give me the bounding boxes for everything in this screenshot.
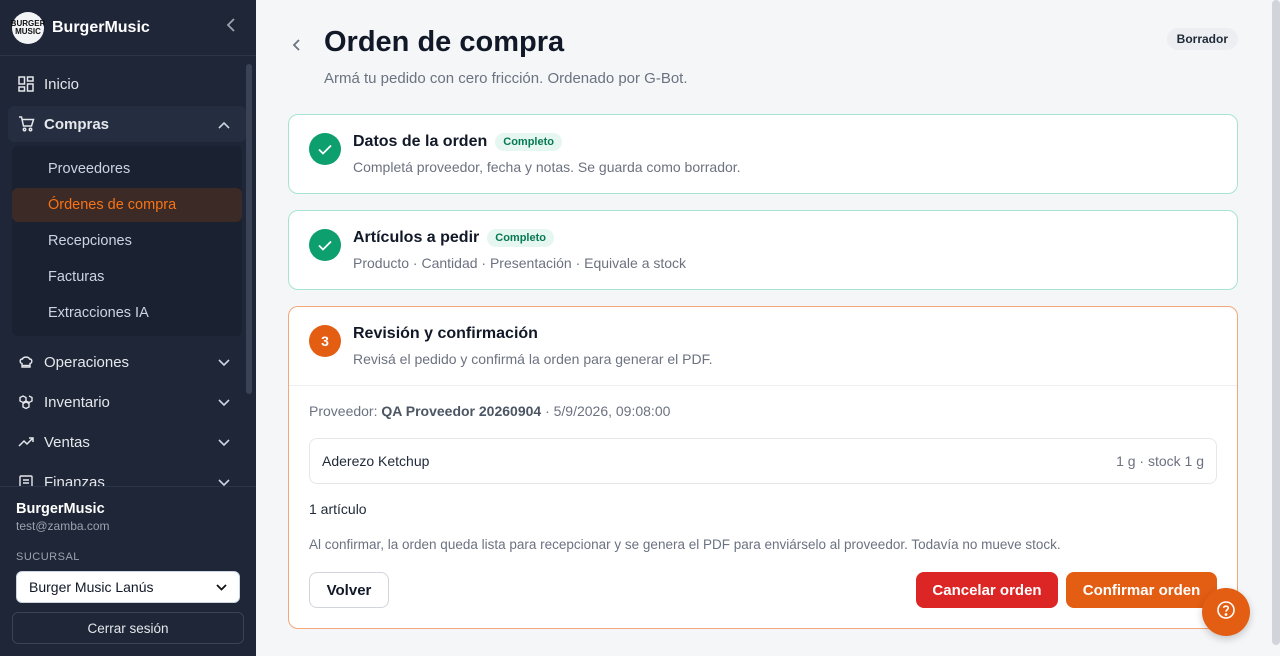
step-description: Producto · Cantidad · Presentación · Equ… [353,255,687,271]
sidebar-item-label: Inicio [44,75,80,93]
sidebar-item-label: Ventas [44,433,90,451]
step-title: Revisión y confirmación [353,325,538,343]
logout-button[interactable]: Cerrar sesión [12,612,244,644]
compras-submenu: Proveedores Órdenes de compra Recepcione… [12,146,242,336]
step-title: Artículos a pedir Completo [353,229,554,247]
sidebar-subitem-facturas[interactable]: Facturas [12,260,242,294]
supplier-line: Proveedor: QA Proveedor 20260904 · 5/9/2… [309,403,670,419]
confirm-note: Al confirmar, la orden queda lista para … [309,537,1061,552]
sidebar-subitem-recepciones[interactable]: Recepciones [12,224,242,258]
step-title-text: Artículos a pedir [353,229,480,246]
chevron-down-icon [218,434,230,451]
help-icon [1216,600,1236,625]
complete-badge: Completo [495,133,562,151]
supplier-label: Proveedor: [309,403,378,419]
step-title: Datos de la orden Completo [353,133,562,151]
collapse-sidebar-icon[interactable] [226,18,236,37]
sidebar-item-compras[interactable]: Compras [8,106,246,142]
list-item: Aderezo Ketchup 1 g · stock 1 g [309,438,1217,484]
page-title: Orden de compra [324,26,565,58]
chevron-down-icon [218,354,230,371]
main-scrollbar[interactable] [1272,0,1280,645]
sidebar-item-finanzas[interactable]: Finanzas [8,464,246,486]
step-description: Completá proveedor, fecha y notas. Se gu… [353,159,741,175]
sidebar-item-operaciones[interactable]: Operaciones [8,344,246,380]
step-number: 3 [309,325,341,357]
brand-header: BURGER MUSIC BurgerMusic [0,0,256,56]
chevron-down-icon [218,394,230,411]
step-card-datos[interactable]: Datos de la orden Completo Completá prov… [288,114,1238,194]
chevron-down-icon [218,474,230,487]
sidebar-item-label: Finanzas [44,473,105,487]
branch-label: SUCURSAL [16,551,80,563]
step-card-articulos[interactable]: Artículos a pedir Completo Producto · Ca… [288,210,1238,290]
brand-name: BurgerMusic [52,18,150,36]
confirm-order-button[interactable]: Confirmar orden [1066,572,1217,608]
brand-logo: BURGER MUSIC [11,11,45,44]
sidebar-subitem-ordenes-de-compra[interactable]: Órdenes de compra [12,188,242,222]
order-datetime: · 5/9/2026, 09:08:00 [545,403,671,419]
step-title-text: Revisión y confirmación [353,325,538,342]
branch-select-value: Burger Music Lanús [29,579,154,595]
sidebar-item-ventas[interactable]: Ventas [8,424,246,460]
status-badge: Borrador [1166,28,1238,50]
check-icon [309,133,341,165]
help-button[interactable] [1202,588,1250,636]
trend-icon [16,432,36,452]
receipt-icon [16,472,36,486]
page-subtitle: Armá tu pedido con cero fricción. Ordena… [324,70,688,87]
main-content: Orden de compra Armá tu pedido con cero … [256,0,1280,656]
sidebar-item-inventario[interactable]: Inventario [8,384,246,420]
supplier-name: QA Proveedor 20260904 [381,403,542,419]
sidebar-item-label: Operaciones [44,353,130,371]
sidebar-item-label: Inventario [44,393,110,411]
cancel-order-button[interactable]: Cancelar orden [916,572,1058,608]
chef-hat-icon [16,352,36,372]
step-description: Revisá el pedido y confirmá la orden par… [353,351,713,367]
back-button[interactable]: Volver [309,572,389,608]
boxes-icon [16,392,36,412]
step-title-text: Datos de la orden [353,133,488,150]
item-name: Aderezo Ketchup [322,453,430,469]
sidebar-scrollbar[interactable] [246,64,252,394]
complete-badge: Completo [487,229,554,247]
item-count: 1 artículo [309,501,367,517]
sidebar-item-inicio[interactable]: Inicio [8,66,246,102]
cart-icon [16,114,36,134]
user-email: test@zamba.com [16,519,110,533]
branch-select[interactable]: Burger Music Lanús [16,571,240,603]
sidebar-item-label: Compras [44,115,110,133]
sidebar-subitem-proveedores[interactable]: Proveedores [12,152,242,186]
sidebar: BURGER MUSIC BurgerMusic Inicio Compras … [0,0,256,656]
item-quantity: 1 g · stock 1 g [1116,453,1204,469]
sidebar-subitem-extracciones-ia[interactable]: Extracciones IA [12,296,242,330]
step-card-revision: 3 Revisión y confirmación Revisá el pedi… [288,306,1238,629]
check-icon [309,229,341,261]
divider [289,385,1237,386]
sidebar-nav: Inicio Compras Proveedores Órdenes de co… [8,66,246,486]
back-arrow-icon[interactable] [292,36,302,57]
user-name: BurgerMusic [16,501,105,517]
chevron-down-icon [216,580,227,594]
chevron-up-icon [218,116,230,133]
grid-icon [16,74,36,94]
